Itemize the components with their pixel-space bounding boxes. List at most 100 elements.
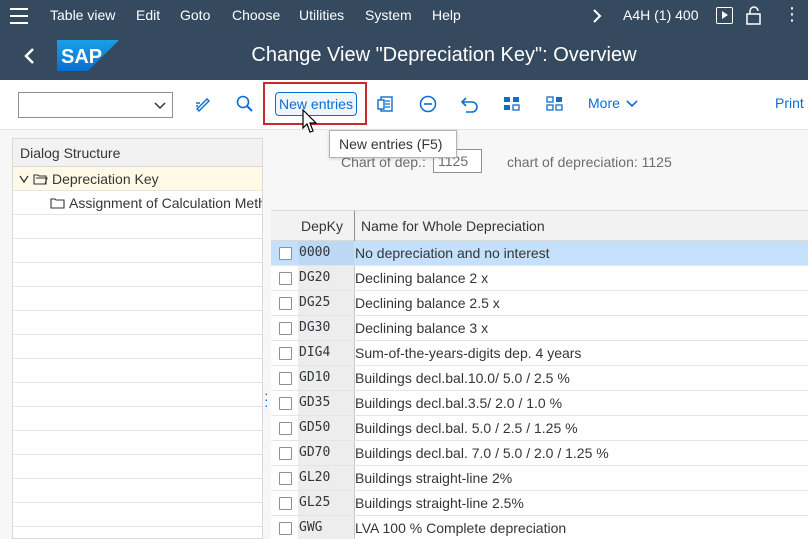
depreciation-key-table: DepKy Name for Whole Depreciation 0000 No… (271, 210, 808, 539)
title-bar: SAP Change View "Depreciation Key": Over… (0, 32, 808, 80)
menu-utilities[interactable]: Utilities (299, 7, 344, 23)
print-button[interactable]: Print (775, 95, 804, 111)
menu-table-view[interactable]: Table view (50, 7, 115, 23)
menu-goto[interactable]: Goto (180, 7, 210, 23)
copy-as-icon[interactable] (376, 94, 396, 114)
tree-empty-row (13, 287, 262, 311)
display-change-icon[interactable] (193, 94, 213, 114)
search-icon[interactable] (235, 94, 255, 114)
table-row[interactable]: GL20 Buildings straight-line 2% (271, 466, 808, 491)
row-name[interactable]: Buildings decl.bal. 5.0 / 2.5 / 1.25 % (355, 420, 578, 436)
more-button[interactable]: More (588, 95, 620, 111)
column-separator[interactable] (354, 211, 355, 241)
dialog-structure-header: Dialog Structure (13, 139, 262, 167)
menu-edit[interactable]: Edit (136, 7, 160, 23)
table-row[interactable]: GWG LVA 100 % Complete depreciation (271, 516, 808, 539)
tree-empty-row (13, 239, 262, 263)
tree-item-depreciation-key[interactable]: Depreciation Key (13, 167, 262, 191)
table-row[interactable]: GL25 Buildings straight-line 2.5% (271, 491, 808, 516)
row-name[interactable]: Buildings decl.bal.10.0/ 5.0 / 2.5 % (355, 370, 570, 386)
tree-empty-row (13, 311, 262, 335)
row-key: GD10 (298, 366, 354, 390)
new-entries-tooltip: New entries (F5) (329, 130, 457, 158)
hamburger-menu-icon[interactable] (10, 8, 28, 24)
row-name[interactable]: Buildings decl.bal. 7.0 / 5.0 / 2.0 / 1.… (355, 445, 609, 461)
row-key: GL25 (298, 491, 354, 515)
tree-item-label: Assignment of Calculation Methods (69, 195, 262, 211)
row-checkbox[interactable] (279, 272, 292, 285)
table-row[interactable]: GD35 Buildings decl.bal.3.5/ 2.0 / 1.0 % (271, 391, 808, 416)
tree-empty-row (13, 455, 262, 479)
undo-icon[interactable] (460, 94, 480, 114)
row-checkbox[interactable] (279, 397, 292, 410)
row-name[interactable]: Buildings straight-line 2.5% (355, 495, 524, 511)
column-header-name[interactable]: Name for Whole Depreciation (361, 218, 545, 234)
row-checkbox[interactable] (279, 422, 292, 435)
expand-triangle-icon[interactable] (19, 175, 29, 183)
table-row[interactable]: GD70 Buildings decl.bal. 7.0 / 5.0 / 2.0 … (271, 441, 808, 466)
lock-icon[interactable] (745, 6, 762, 25)
table-row[interactable]: DG25 Declining balance 2.5 x (271, 291, 808, 316)
menu-help[interactable]: Help (432, 7, 461, 23)
row-name[interactable]: LVA 100 % Complete depreciation (355, 520, 566, 536)
row-name[interactable]: No depreciation and no interest (355, 245, 550, 261)
tree-empty-row (13, 359, 262, 383)
row-key: DG20 (298, 266, 354, 290)
row-checkbox[interactable] (279, 447, 292, 460)
menu-choose[interactable]: Choose (232, 7, 280, 23)
system-info: A4H (1) 400 (623, 7, 699, 23)
column-header-depky[interactable]: DepKy (301, 218, 343, 234)
mouse-cursor-icon (302, 109, 318, 133)
table-row[interactable]: DIG4 Sum-of-the-years-digits dep. 4 years (271, 341, 808, 366)
toolbar: New entries More Print (0, 80, 808, 130)
tree-item-label: Depreciation Key (52, 171, 159, 187)
more-options-icon[interactable]: ⋮ (783, 4, 801, 25)
row-name[interactable]: Buildings straight-line 2% (355, 470, 512, 486)
folder-icon (50, 198, 65, 209)
delete-icon[interactable] (418, 94, 438, 114)
row-key: GL20 (298, 466, 354, 490)
row-checkbox[interactable] (279, 497, 292, 510)
table-row[interactable]: GD50 Buildings decl.bal. 5.0 / 2.5 / 1.25… (271, 416, 808, 441)
page-title: Change View "Depreciation Key": Overview (251, 44, 637, 66)
row-key: DG30 (298, 316, 354, 340)
row-name[interactable]: Declining balance 2.5 x (355, 295, 500, 311)
tree-empty-row (13, 335, 262, 359)
select-all-icon[interactable] (502, 94, 522, 114)
chart-of-dep-description: chart of depreciation: 1125 (507, 154, 672, 170)
row-key: DIG4 (298, 341, 354, 365)
row-key: GD50 (298, 416, 354, 440)
row-name[interactable]: Declining balance 2 x (355, 270, 488, 286)
row-checkbox[interactable] (279, 347, 292, 360)
row-key: DG25 (298, 291, 354, 315)
row-checkbox[interactable] (279, 322, 292, 335)
play-icon[interactable] (716, 7, 733, 24)
tree-item-assignment[interactable]: Assignment of Calculation Methods (13, 191, 262, 215)
row-checkbox[interactable] (279, 247, 292, 260)
chevron-right-icon[interactable] (590, 8, 604, 24)
row-checkbox[interactable] (279, 372, 292, 385)
tree-empty-row (13, 383, 262, 407)
tree-empty-row (13, 263, 262, 287)
row-name[interactable]: Declining balance 3 x (355, 320, 488, 336)
row-checkbox[interactable] (279, 297, 292, 310)
splitter-handle[interactable]: · · · (264, 386, 269, 412)
row-key: GD35 (298, 391, 354, 415)
row-checkbox[interactable] (279, 472, 292, 485)
table-row[interactable]: DG30 Declining balance 3 x (271, 316, 808, 341)
tree-empty-row (13, 503, 262, 527)
table-row[interactable]: DG20 Declining balance 2 x (271, 266, 808, 291)
command-field[interactable] (18, 92, 173, 118)
deselect-all-icon[interactable] (545, 94, 565, 114)
table-row[interactable]: GD10 Buildings decl.bal.10.0/ 5.0 / 2.5 % (271, 366, 808, 391)
row-checkbox[interactable] (279, 522, 292, 535)
chevron-down-icon[interactable] (626, 99, 638, 109)
tree-empty-row (13, 407, 262, 431)
row-name[interactable]: Buildings decl.bal.3.5/ 2.0 / 1.0 % (355, 395, 562, 411)
menu-system[interactable]: System (365, 7, 412, 23)
dialog-structure-panel: Dialog Structure Depreciation Key Assign… (12, 138, 263, 539)
row-name[interactable]: Sum-of-the-years-digits dep. 4 years (355, 345, 581, 361)
tree-empty-row (13, 215, 262, 239)
chevron-down-icon[interactable] (154, 99, 166, 111)
table-row[interactable]: 0000 No depreciation and no interest (271, 241, 808, 266)
